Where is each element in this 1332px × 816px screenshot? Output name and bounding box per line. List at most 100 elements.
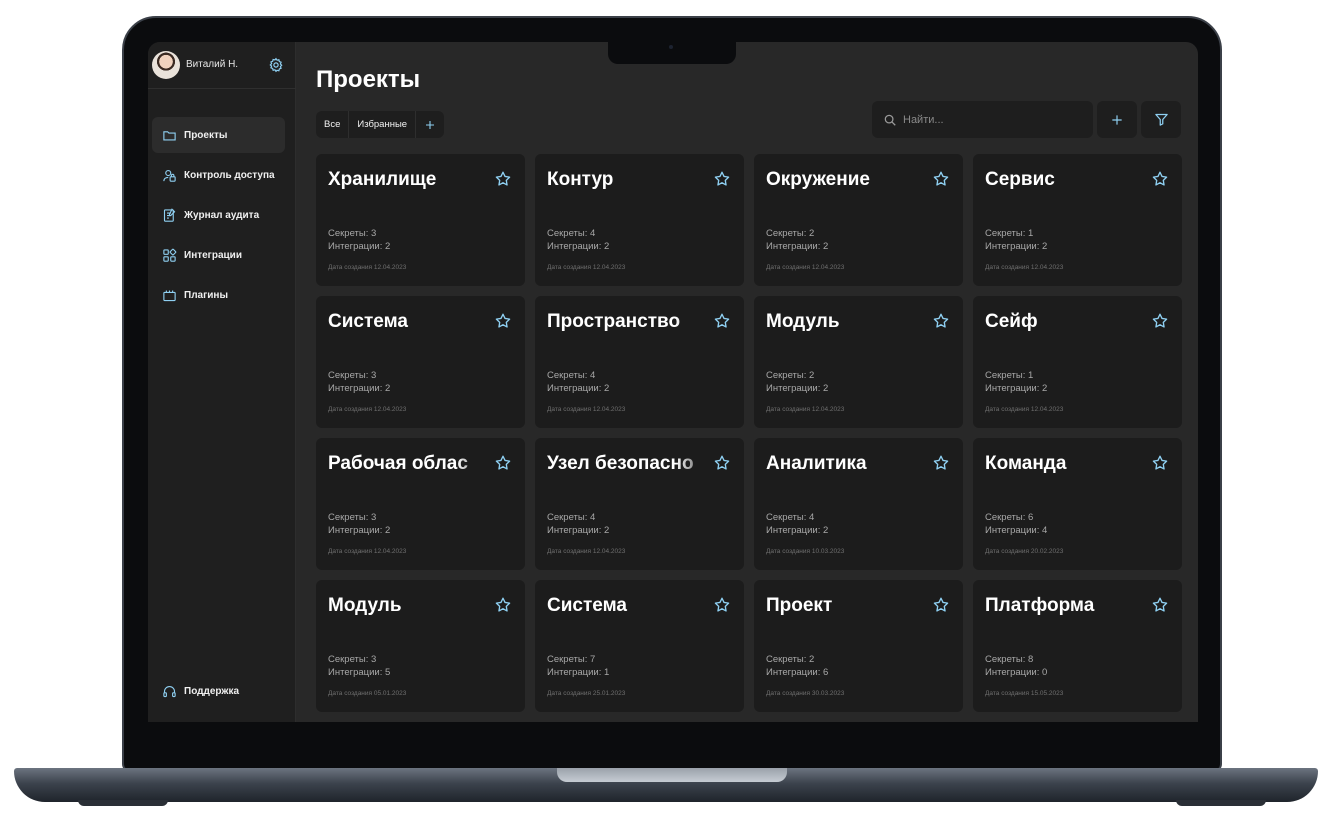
project-card[interactable]: Проект Секреты: 2 Интеграции: 6 Дата соз… <box>754 580 963 712</box>
plus-icon <box>1112 114 1122 125</box>
project-card[interactable]: Модуль Секреты: 2 Интеграции: 2 Дата соз… <box>754 296 963 428</box>
star-icon[interactable] <box>1151 312 1169 330</box>
projects-grid: Хранилище Секреты: 3 Интеграции: 2 Дата … <box>316 154 1182 712</box>
headset-icon <box>163 686 176 698</box>
sidebar-item-integrations[interactable]: Интеграции <box>152 237 285 273</box>
star-icon[interactable] <box>1151 596 1169 614</box>
project-integrations-count: Интеграции: 2 <box>328 383 391 394</box>
project-card[interactable]: Контур Секреты: 4 Интеграции: 2 Дата соз… <box>535 154 744 286</box>
project-card[interactable]: Система Секреты: 7 Интеграции: 1 Дата со… <box>535 580 744 712</box>
star-icon[interactable] <box>932 596 950 614</box>
user-name: Виталий Н. <box>186 59 239 70</box>
star-icon[interactable] <box>1151 454 1169 472</box>
project-integrations-count: Интеграции: 2 <box>766 241 829 252</box>
project-card[interactable]: Хранилище Секреты: 3 Интеграции: 2 Дата … <box>316 154 525 286</box>
star-icon[interactable] <box>932 312 950 330</box>
project-integrations-count: Интеграции: 2 <box>985 383 1048 394</box>
project-secrets-count: Секреты: 2 <box>766 228 815 239</box>
project-title: Хранилище <box>328 169 437 190</box>
project-integrations-count: Интеграции: 2 <box>547 525 610 536</box>
project-title: Модуль <box>766 311 840 332</box>
sidebar-item-label: Интеграции <box>184 249 242 261</box>
project-title: Платформа <box>985 595 1095 616</box>
project-card[interactable]: Модуль Секреты: 3 Интеграции: 5 Дата соз… <box>316 580 525 712</box>
laptop-foot <box>1176 800 1266 806</box>
project-created-date: Дата создания 15.05.2023 <box>985 690 1064 697</box>
add-project-button[interactable] <box>1097 101 1137 138</box>
sidebar-item-audit-log[interactable]: Журнал аудита <box>152 197 285 233</box>
project-integrations-count: Интеграции: 2 <box>766 383 829 394</box>
project-secrets-count: Секреты: 3 <box>328 370 377 381</box>
project-secrets-count: Секреты: 2 <box>766 370 815 381</box>
support-link[interactable]: Поддержка <box>162 684 239 699</box>
project-secrets-count: Секреты: 4 <box>547 228 596 239</box>
project-secrets-count: Секреты: 4 <box>766 512 815 523</box>
project-created-date: Дата создания 20.02.2023 <box>985 548 1064 555</box>
project-secrets-count: Секреты: 2 <box>766 654 815 665</box>
project-integrations-count: Интеграции: 2 <box>985 241 1048 252</box>
project-secrets-count: Секреты: 6 <box>985 512 1034 523</box>
project-card[interactable]: Узел безопасно Секреты: 4 Интеграции: 2 … <box>535 438 744 570</box>
sidebar-item-plugins[interactable]: Плагины <box>152 277 285 313</box>
tab-favorites[interactable]: Избранные <box>349 111 417 138</box>
project-card[interactable]: Окружение Секреты: 2 Интеграции: 2 Дата … <box>754 154 963 286</box>
sidebar-item-label: Проекты <box>184 129 228 141</box>
project-title: Модуль <box>328 595 402 616</box>
search-input[interactable] <box>903 113 1073 126</box>
project-card[interactable]: Аналитика Секреты: 4 Интеграции: 2 Дата … <box>754 438 963 570</box>
project-title: Сервис <box>985 169 1055 190</box>
sidebar-item-projects[interactable]: Проекты <box>152 117 285 153</box>
project-integrations-count: Интеграции: 5 <box>328 667 391 678</box>
project-secrets-count: Секреты: 4 <box>547 370 596 381</box>
tab-all[interactable]: Все <box>316 111 350 138</box>
project-card[interactable]: Сейф Секреты: 1 Интеграции: 2 Дата созда… <box>973 296 1182 428</box>
project-integrations-count: Интеграции: 6 <box>766 667 829 678</box>
project-title: Узел безопасно <box>547 453 694 474</box>
project-card[interactable]: Рабочая облас Секреты: 3 Интеграции: 2 Д… <box>316 438 525 570</box>
access-control-icon <box>163 169 176 182</box>
gear-icon[interactable] <box>268 57 284 73</box>
star-icon[interactable] <box>713 312 731 330</box>
project-card[interactable]: Сервис Секреты: 1 Интеграции: 2 Дата соз… <box>973 154 1182 286</box>
project-secrets-count: Секреты: 3 <box>328 228 377 239</box>
project-title: Команда <box>985 453 1067 474</box>
project-secrets-count: Секреты: 8 <box>985 654 1034 665</box>
star-icon[interactable] <box>494 596 512 614</box>
project-created-date: Дата создания 12.04.2023 <box>985 264 1064 271</box>
support-label: Поддержка <box>184 686 240 697</box>
sidebar-item-access-control[interactable]: Контроль доступа <box>152 157 285 193</box>
star-icon[interactable] <box>932 454 950 472</box>
project-created-date: Дата создания 12.04.2023 <box>766 406 845 413</box>
add-tab-button[interactable] <box>416 111 444 138</box>
page-title: Проекты <box>316 66 421 93</box>
avatar[interactable] <box>152 51 180 79</box>
project-card[interactable]: Пространство Секреты: 4 Интеграции: 2 Да… <box>535 296 744 428</box>
star-icon[interactable] <box>494 312 512 330</box>
filter-icon <box>1154 113 1168 126</box>
star-icon[interactable] <box>713 170 731 188</box>
project-card[interactable]: Платформа Секреты: 8 Интеграции: 0 Дата … <box>973 580 1182 712</box>
star-icon[interactable] <box>932 170 950 188</box>
star-icon[interactable] <box>494 170 512 188</box>
project-secrets-count: Секреты: 4 <box>547 512 596 523</box>
user-profile[interactable]: Виталий Н. <box>148 42 296 89</box>
laptop-hinge-notch <box>557 768 787 782</box>
project-card[interactable]: Команда Секреты: 6 Интеграции: 4 Дата со… <box>973 438 1182 570</box>
project-secrets-count: Секреты: 3 <box>328 654 377 665</box>
star-icon[interactable] <box>713 596 731 614</box>
project-title: Система <box>547 595 627 616</box>
filter-tabs: Все Избранные <box>316 111 445 138</box>
project-card[interactable]: Система Секреты: 3 Интеграции: 2 Дата со… <box>316 296 525 428</box>
project-created-date: Дата создания 12.04.2023 <box>766 264 845 271</box>
search-box[interactable] <box>872 101 1093 138</box>
star-icon[interactable] <box>1151 170 1169 188</box>
project-created-date: Дата создания 12.04.2023 <box>328 406 407 413</box>
star-icon[interactable] <box>494 454 512 472</box>
sidebar-item-label: Плагины <box>184 289 228 301</box>
star-icon[interactable] <box>713 454 731 472</box>
project-secrets-count: Секреты: 1 <box>985 370 1034 381</box>
filter-button[interactable] <box>1141 101 1181 138</box>
project-integrations-count: Интеграции: 1 <box>547 667 610 678</box>
plugins-icon <box>163 290 176 301</box>
project-title: Аналитика <box>766 453 867 474</box>
